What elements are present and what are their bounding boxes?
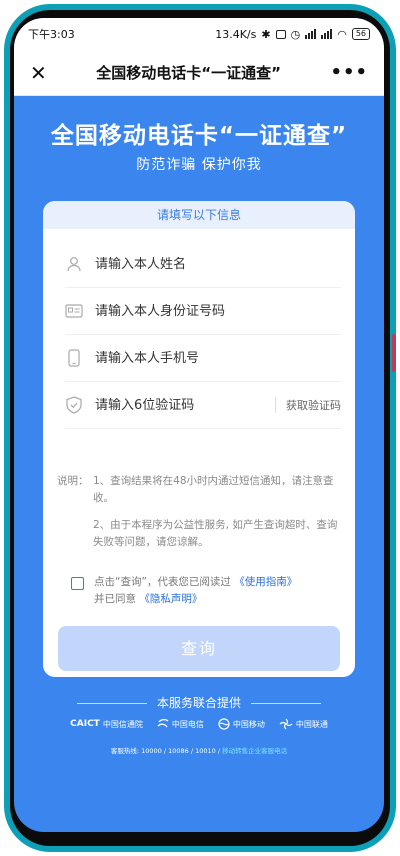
note-text-2: 2、由于本程序为公益性服务, 如产生查询超时、查询失败等问题，请您谅解。 [93, 519, 338, 548]
signal-icon-2 [321, 29, 333, 39]
china-unicom-logo: 中国联通 [279, 718, 328, 730]
note-text-1: 1、查询结果将在48小时内通过短信通知，请注意查收。 [93, 475, 334, 504]
status-icons: 13.4K/s ✱ ◷ ◠ 56 [215, 28, 370, 41]
screen: 下午3:03 13.4K/s ✱ ◷ ◠ 56 ✕ 全国移动电话卡“一证通查” … [14, 18, 384, 832]
bluetooth-icon: ✱ [261, 27, 271, 41]
name-input[interactable] [95, 256, 341, 272]
id-number-input[interactable] [95, 303, 341, 319]
status-bar: 下午3:03 13.4K/s ✱ ◷ ◠ 56 [14, 18, 384, 50]
agree-checkbox[interactable] [71, 577, 84, 590]
note-item: 2、由于本程序为公益性服务, 如产生查询超时、查询失败等问题，请您谅解。 [57, 517, 347, 551]
query-button[interactable]: 查询 [58, 626, 340, 671]
hero-subtitle: 防范诈骗 保护你我 [136, 157, 262, 173]
notes-label: 说明： [57, 475, 89, 487]
partner-logos: CAICT 中国信通院 中国电信 中国移动 中国联通 [14, 718, 384, 730]
hotline: 客服热线: 10000 / 10086 / 10010 / 移动转售企业客服电话 [110, 747, 288, 755]
signal-icon [305, 29, 317, 39]
id-row [65, 288, 341, 335]
agreement-text: 点击“查询”，代表您已阅读过 《使用指南》 并已同意 《隐私声明》 [94, 576, 298, 605]
phone-row [65, 335, 341, 382]
verification-code-input[interactable] [95, 397, 275, 413]
phone-icon [65, 349, 83, 367]
nav-bar: ✕ 全国移动电话卡“一证通查” ••• [14, 50, 384, 96]
side-button [392, 334, 396, 372]
more-icon[interactable]: ••• [330, 62, 368, 83]
china-telecom-logo: 中国电信 [157, 718, 204, 730]
alarm-icon: ◷ [290, 27, 301, 41]
get-code-button[interactable]: 获取验证码 [275, 397, 341, 413]
shield-icon [65, 396, 83, 414]
name-row [65, 241, 341, 288]
phone-input[interactable] [95, 350, 341, 366]
caict-logo: CAICT 中国信通院 [70, 719, 143, 729]
hero-title: 全国移动电话卡“一证通查” [50, 123, 348, 149]
note-item: 说明： 1、查询结果将在48小时内通过短信通知，请注意查收。 [57, 473, 347, 507]
code-row: 获取验证码 [65, 382, 341, 429]
china-mobile-logo: 中国移动 [218, 718, 265, 730]
network-speed: 13.4K/s [215, 27, 257, 41]
vibrate-icon [275, 29, 286, 39]
notes: 说明： 1、查询结果将在48小时内通过短信通知，请注意查收。 2、由于本程序为公… [57, 473, 347, 551]
privacy-link[interactable]: 《隐私声明》 [139, 593, 202, 605]
id-card-icon [65, 302, 83, 320]
user-icon [65, 255, 83, 273]
page-title: 全国移动电话卡“一证通查” [96, 64, 281, 82]
wifi-icon: ◠ [337, 27, 347, 41]
form-card: 请填写以下信息 获取验证码 [43, 201, 355, 677]
status-time: 下午3:03 [28, 28, 75, 41]
battery-icon: 56 [351, 28, 370, 40]
form-tab-label: 请填写以下信息 [43, 201, 355, 229]
close-icon[interactable]: ✕ [30, 63, 47, 83]
guide-link[interactable]: 《使用指南》 [234, 576, 297, 588]
agreement: 点击“查询”，代表您已阅读过 《使用指南》 并已同意 《隐私声明》 [71, 574, 341, 608]
mvno-hotline-link[interactable]: 移动转售企业客服电话 [222, 747, 287, 755]
footer-title: 本服务联合提供 [14, 694, 384, 711]
